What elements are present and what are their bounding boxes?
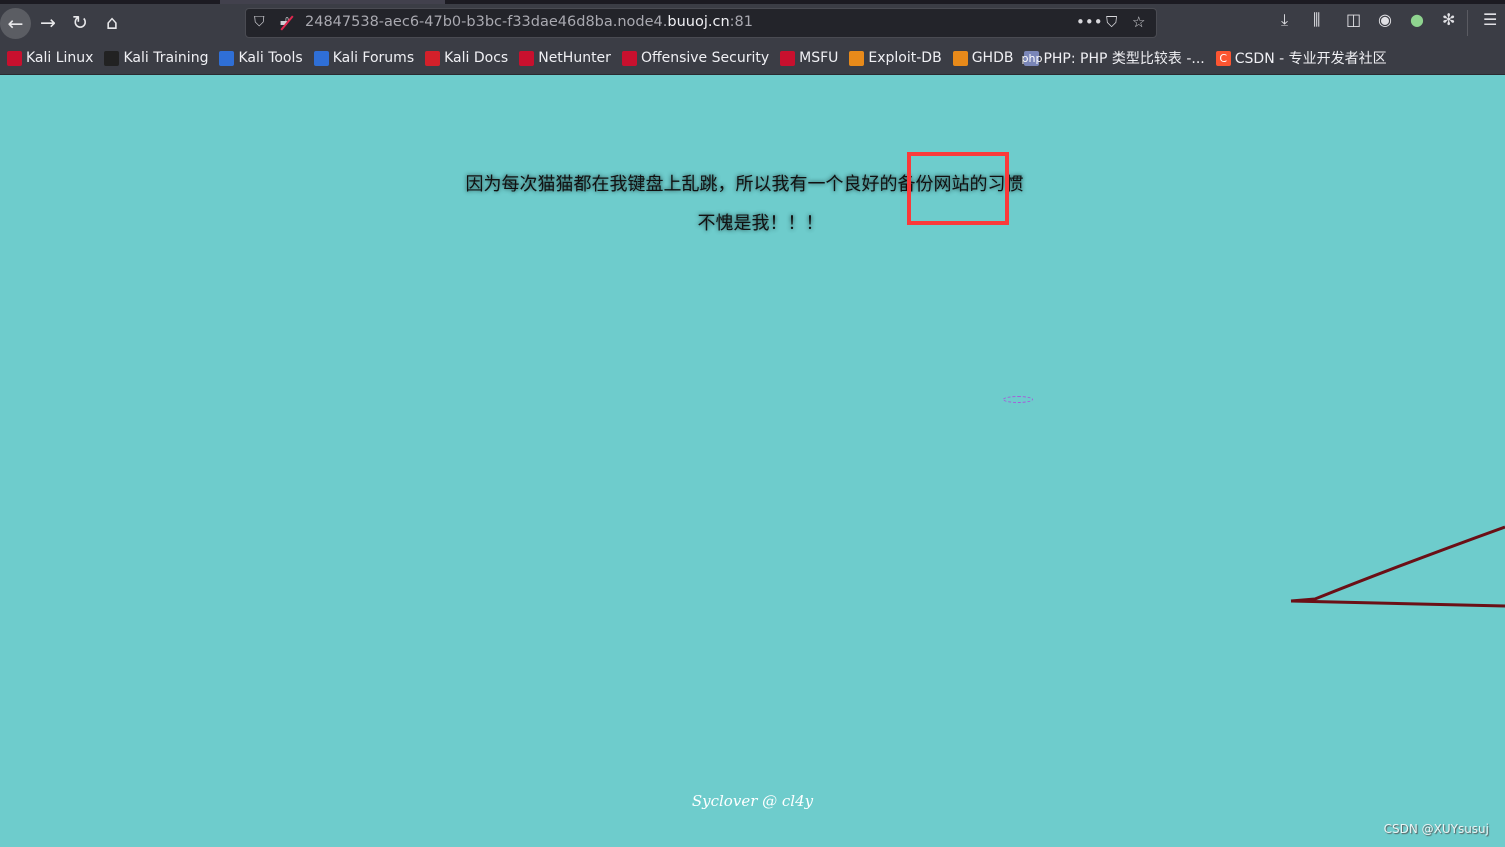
url-port: :81	[729, 14, 753, 30]
reload-icon[interactable]: ↻	[65, 4, 95, 42]
account-icon[interactable]: ◉	[1378, 10, 1392, 29]
exploitdb-icon	[849, 50, 865, 66]
bookmark-item[interactable]: NetHunter	[519, 50, 611, 66]
msfu-icon	[780, 50, 796, 66]
bookmark-item[interactable]: Offensive Security	[621, 50, 770, 66]
toolbar-divider	[1467, 10, 1468, 36]
bookmark-item[interactable]: GHDB	[952, 50, 1014, 66]
menu-icon[interactable]: ☰	[1483, 10, 1497, 29]
bookmark-item[interactable]: C CSDN - 专业开发者社区	[1215, 48, 1387, 68]
php-icon: php	[1021, 50, 1043, 66]
navigation-toolbar: ← → ↻ ⌂ ⛉ 🔓︎ 24847538-aec6-47b0-b3bc-f33…	[0, 4, 1505, 42]
kali-dragon-icon	[104, 50, 120, 66]
bookmark-item[interactable]: Kali Linux	[7, 50, 93, 66]
more-icon[interactable]: •••	[1076, 13, 1103, 31]
insecure-lock-icon[interactable]: 🔓︎	[280, 13, 289, 29]
bookmark-label: Kali Linux	[26, 50, 94, 66]
bookmark-label: CSDN - 专业开发者社区	[1234, 51, 1387, 67]
home-icon[interactable]: ⌂	[97, 4, 127, 42]
shield-icon[interactable]: ⛉	[254, 14, 265, 30]
bookmark-label: Kali Training	[123, 50, 209, 66]
bookmarks-bar: Kali Linux Kali Training Kali Tools Kali Fo…	[0, 42, 1505, 75]
line-upper	[1290, 525, 1505, 603]
extension-icon[interactable]: ●	[1410, 10, 1424, 29]
kali-icon	[7, 50, 22, 66]
url-bar[interactable]: ⛉ 🔓︎ 24847538-aec6-47b0-b3bc-f33dae46d8b…	[245, 8, 1157, 38]
page-content: 因为每次猫猫都在我键盘上乱跳，所以我有一个良好的备份网站的习惯 不愧是我！！！ …	[0, 75, 1505, 847]
bookmark-label: Offensive Security	[640, 50, 770, 66]
bookmark-label: Kali Tools	[238, 50, 303, 66]
line-lower	[1290, 599, 1505, 608]
sidebar-icon[interactable]: ◫	[1346, 10, 1361, 29]
line-drawing	[1290, 525, 1505, 608]
footer-credit: Syclover @ cl4y	[691, 792, 814, 810]
bookmark-label: MSFU	[799, 50, 839, 66]
bookmark-item[interactable]: Kali Forums	[313, 50, 415, 66]
kali-forums-icon	[313, 50, 329, 66]
bookmark-label: NetHunter	[538, 50, 611, 66]
csdn-icon: C	[1215, 50, 1231, 66]
bookmark-item[interactable]: Kali Tools	[219, 50, 303, 66]
bookmark-label: Exploit-DB	[868, 50, 942, 66]
forward-icon[interactable]: →	[33, 4, 63, 42]
offsec-icon	[621, 50, 637, 66]
extension-icon[interactable]: ✻	[1442, 10, 1455, 29]
bookmark-item[interactable]: Kali Docs	[425, 50, 508, 66]
bookmark-label: PHP: PHP 类型比较表 -...	[1043, 51, 1205, 67]
bookmark-item[interactable]: MSFU	[780, 50, 838, 66]
kali-docs-icon	[425, 50, 441, 66]
library-icon[interactable]: ⫼	[1313, 10, 1320, 30]
nethunter-icon	[519, 50, 535, 66]
ghdb-icon	[952, 50, 968, 66]
bookmark-label: Kali Forums	[332, 50, 415, 66]
url-text[interactable]: 24847538-aec6-47b0-b3bc-f33dae46d8ba.nod…	[305, 14, 753, 30]
star-icon[interactable]: ☆	[1132, 13, 1145, 31]
pocket-icon[interactable]: ⛉	[1106, 13, 1117, 31]
bookmark-label: GHDB	[971, 50, 1014, 66]
bookmark-item[interactable]: Exploit-DB	[849, 50, 942, 66]
bookmark-item[interactable]: php PHP: PHP 类型比较表 -...	[1021, 48, 1205, 68]
url-subdomain: 24847538-aec6-47b0-b3bc-f33dae46d8ba.nod…	[305, 14, 668, 30]
download-icon[interactable]: ⤓	[1281, 10, 1288, 30]
watermark: CSDN @XUYsusuj	[1383, 822, 1489, 836]
back-icon[interactable]: ←	[0, 8, 31, 39]
bookmark-label: Kali Docs	[444, 50, 509, 66]
bookmark-item[interactable]: Kali Training	[104, 50, 208, 66]
kali-tools-icon	[219, 50, 235, 66]
url-domain: buuoj.cn	[667, 14, 730, 30]
